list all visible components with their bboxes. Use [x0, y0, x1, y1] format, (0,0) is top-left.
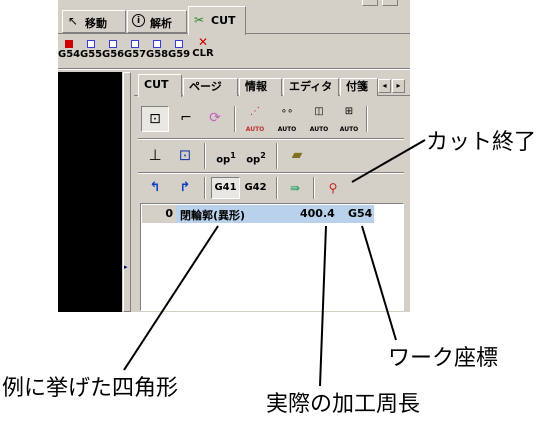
annotation-lines [123, 139, 426, 387]
leader-line-work-coord [361, 225, 397, 341]
leader-line-cut-end [351, 139, 426, 183]
leader-line-example-shape [123, 225, 219, 371]
leader-line-actual-length [319, 225, 327, 387]
